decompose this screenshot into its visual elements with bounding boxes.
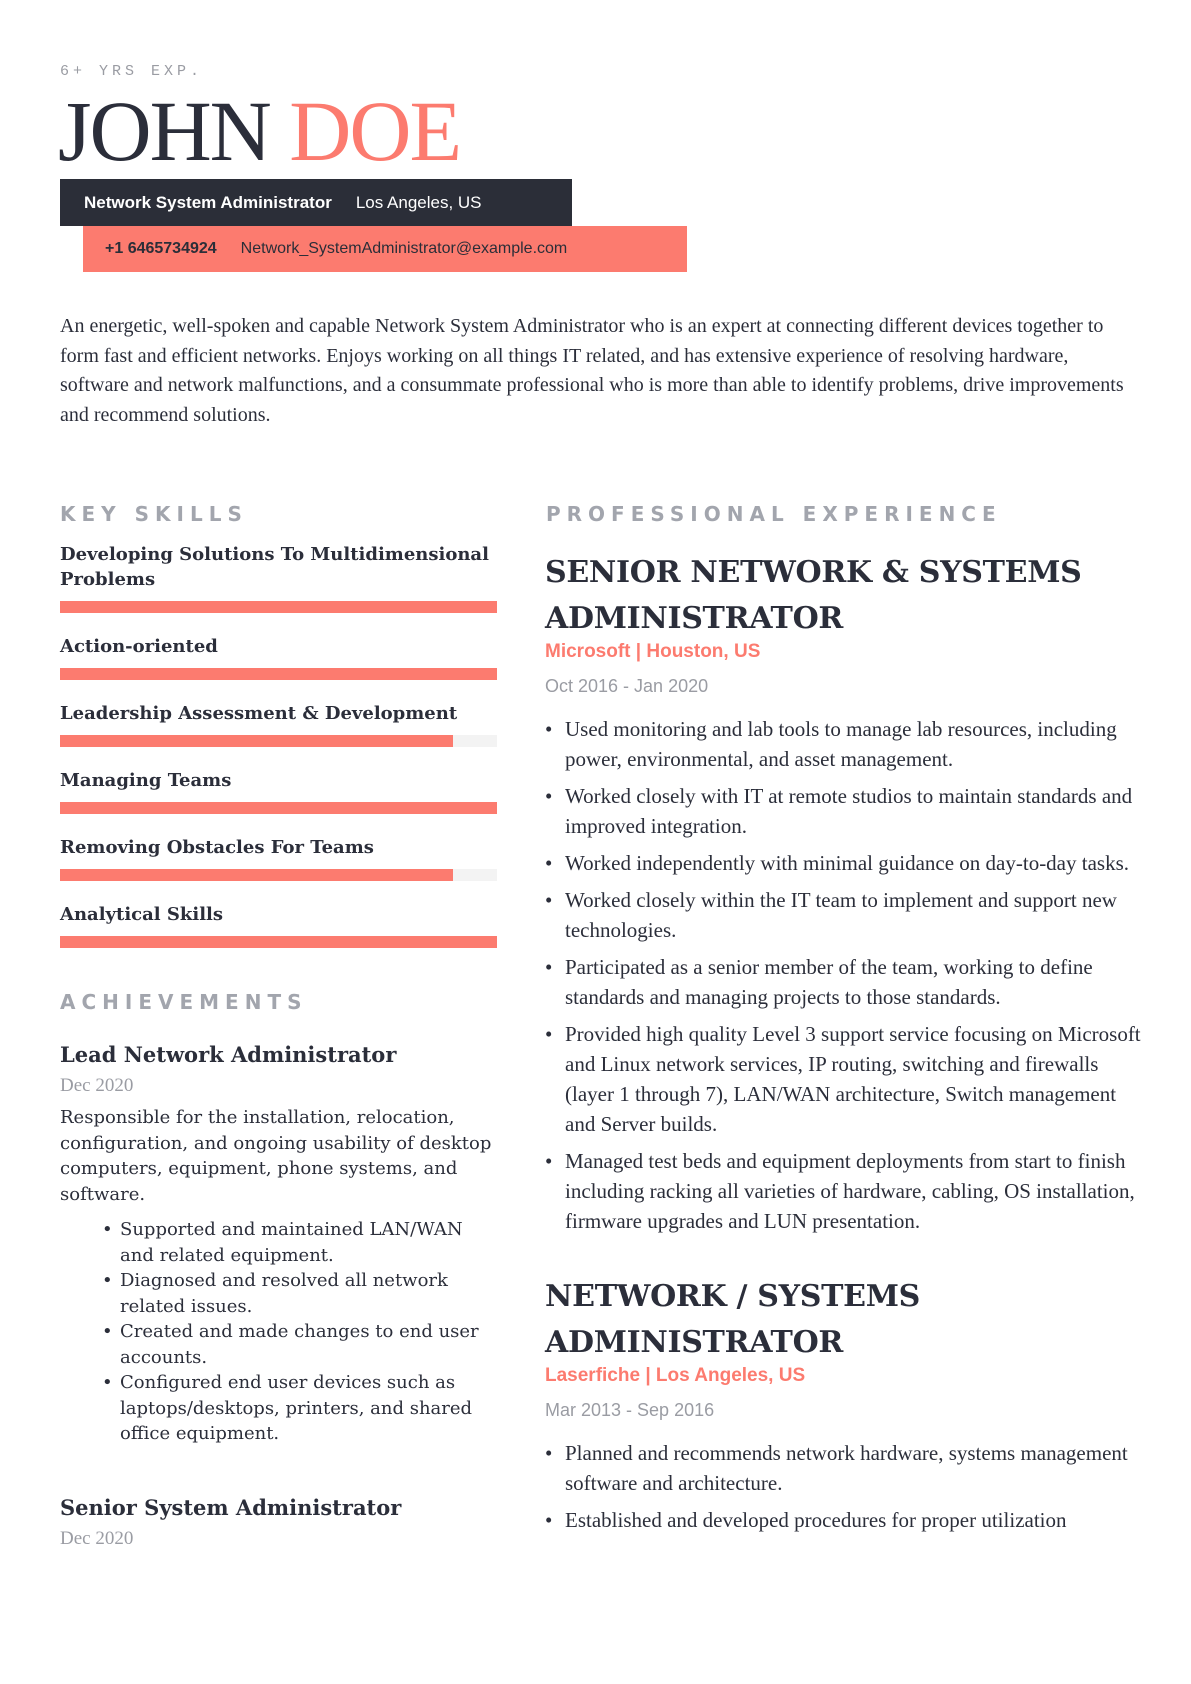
job-entry: NETWORK / SYSTEMS ADMINISTRATOR Laserfich… <box>545 1274 1145 1535</box>
job-title: NETWORK / SYSTEMS ADMINISTRATOR <box>545 1279 920 1360</box>
contact-bar: +1 6465734924 Network_SystemAdministrato… <box>83 226 687 272</box>
location: Los Angeles, US <box>355 192 482 212</box>
phone-number[interactable]: +1 6465734924 <box>105 240 217 258</box>
job-bullet: Established and developed procedures for… <box>545 1505 1145 1535</box>
skill-level-bar <box>60 601 497 613</box>
job-bullets: Planned and recommends network hardware,… <box>545 1438 1145 1535</box>
job-bullet: Worked independently with minimal guidan… <box>545 848 1145 878</box>
job-bullet: Managed test beds and equipment deployme… <box>545 1146 1145 1236</box>
candidate-name: JOHN DOE <box>58 83 462 179</box>
achievement-bullets: Supported and maintained LAN/WAN and rel… <box>102 1217 500 1447</box>
skill-level-fill <box>60 601 497 613</box>
skill-name: Action-oriented <box>60 636 218 657</box>
job-company: Laserfiche | Los Angeles, US <box>545 1365 806 1386</box>
job-bullets: Used monitoring and lab tools to manage … <box>545 714 1145 1236</box>
skill-item: Analytical Skills <box>60 902 497 948</box>
achievement-bullet: Created and made changes to end user acc… <box>102 1319 500 1370</box>
achievement-bullet: Configured end user devices such as lapt… <box>102 1370 500 1447</box>
summary-paragraph: An energetic, well-spoken and capable Ne… <box>60 315 1124 426</box>
experience-list: SENIOR NETWORK & SYSTEMS ADMINISTRATOR Mi… <box>545 550 1145 1542</box>
skill-level-fill <box>60 668 497 680</box>
skill-name: Analytical Skills <box>60 904 224 925</box>
key-skills-heading: KEY SKILLS <box>60 502 248 526</box>
achievement-title: Lead Network Administrator <box>60 1042 397 1067</box>
skills-list: Developing Solutions To Multidimensional… <box>60 542 497 969</box>
skill-level-bar <box>60 869 497 881</box>
skill-item: Action-oriented <box>60 634 497 680</box>
job-bullet: Worked closely with IT at remote studios… <box>545 781 1145 841</box>
skill-name: Developing Solutions To Multidimensional… <box>60 544 489 590</box>
skill-item: Removing Obstacles For Teams <box>60 835 497 881</box>
job-company: Microsoft | Houston, US <box>545 641 761 662</box>
first-name: JOHN <box>58 83 272 179</box>
experience-heading: PROFESSIONAL EXPERIENCE <box>546 502 1002 526</box>
skill-level-fill <box>60 936 497 948</box>
skill-name: Removing Obstacles For Teams <box>60 837 374 858</box>
skill-item: Managing Teams <box>60 768 497 814</box>
job-bullet: Provided high quality Level 3 support se… <box>545 1019 1145 1139</box>
job-dates: Mar 2013 - Sep 2016 <box>545 1400 715 1420</box>
email-address[interactable]: Network_SystemAdministrator@example.com <box>241 240 568 258</box>
experience-badge: 6+ YRS EXP. <box>60 63 204 80</box>
job-dates: Oct 2016 - Jan 2020 <box>545 676 709 696</box>
skill-name: Leadership Assessment & Development <box>60 703 458 724</box>
skill-level-bar <box>60 668 497 680</box>
job-bullet: Worked closely within the IT team to imp… <box>545 885 1145 945</box>
skill-item: Leadership Assessment & Development <box>60 701 497 747</box>
last-name: DOE <box>289 83 462 179</box>
achievement-date: Dec 2020 <box>60 1527 134 1549</box>
job-bullet: Planned and recommends network hardware,… <box>545 1438 1145 1498</box>
achievements-heading: ACHIEVEMENTS <box>60 990 308 1014</box>
title-bar: Network System Administrator Los Angeles… <box>60 179 572 226</box>
achievements-list: Lead Network Administrator Dec 2020 Respon… <box>60 1040 500 1552</box>
skill-name: Managing Teams <box>60 770 232 791</box>
job-bullet: Participated as a senior member of the t… <box>545 952 1145 1012</box>
job-title: SENIOR NETWORK & SYSTEMS ADMINISTRATOR <box>545 555 1082 636</box>
achievement-item: Senior System Administrator Dec 2020 <box>60 1493 500 1552</box>
achievement-description: Responsible for the installation, reloca… <box>60 1107 492 1205</box>
achievement-title: Senior System Administrator <box>60 1494 402 1520</box>
achievement-bullet: Supported and maintained LAN/WAN and rel… <box>102 1217 500 1268</box>
job-entry: SENIOR NETWORK & SYSTEMS ADMINISTRATOR Mi… <box>545 550 1145 1236</box>
skill-level-fill <box>60 735 454 747</box>
achievement-item: Lead Network Administrator Dec 2020 Respon… <box>60 1040 500 1447</box>
skill-level-bar <box>60 735 497 747</box>
achievement-date: Dec 2020 <box>60 1075 134 1096</box>
skill-level-fill <box>60 869 454 881</box>
job-bullet: Used monitoring and lab tools to manage … <box>545 714 1145 774</box>
achievement-bullet: Diagnosed and resolved all network relat… <box>102 1268 500 1319</box>
skill-level-bar <box>60 936 497 948</box>
skill-level-bar <box>60 802 497 814</box>
job-role: Network System Administrator <box>84 192 332 212</box>
skill-item: Developing Solutions To Multidimensional… <box>60 542 497 613</box>
skill-level-fill <box>60 802 497 814</box>
